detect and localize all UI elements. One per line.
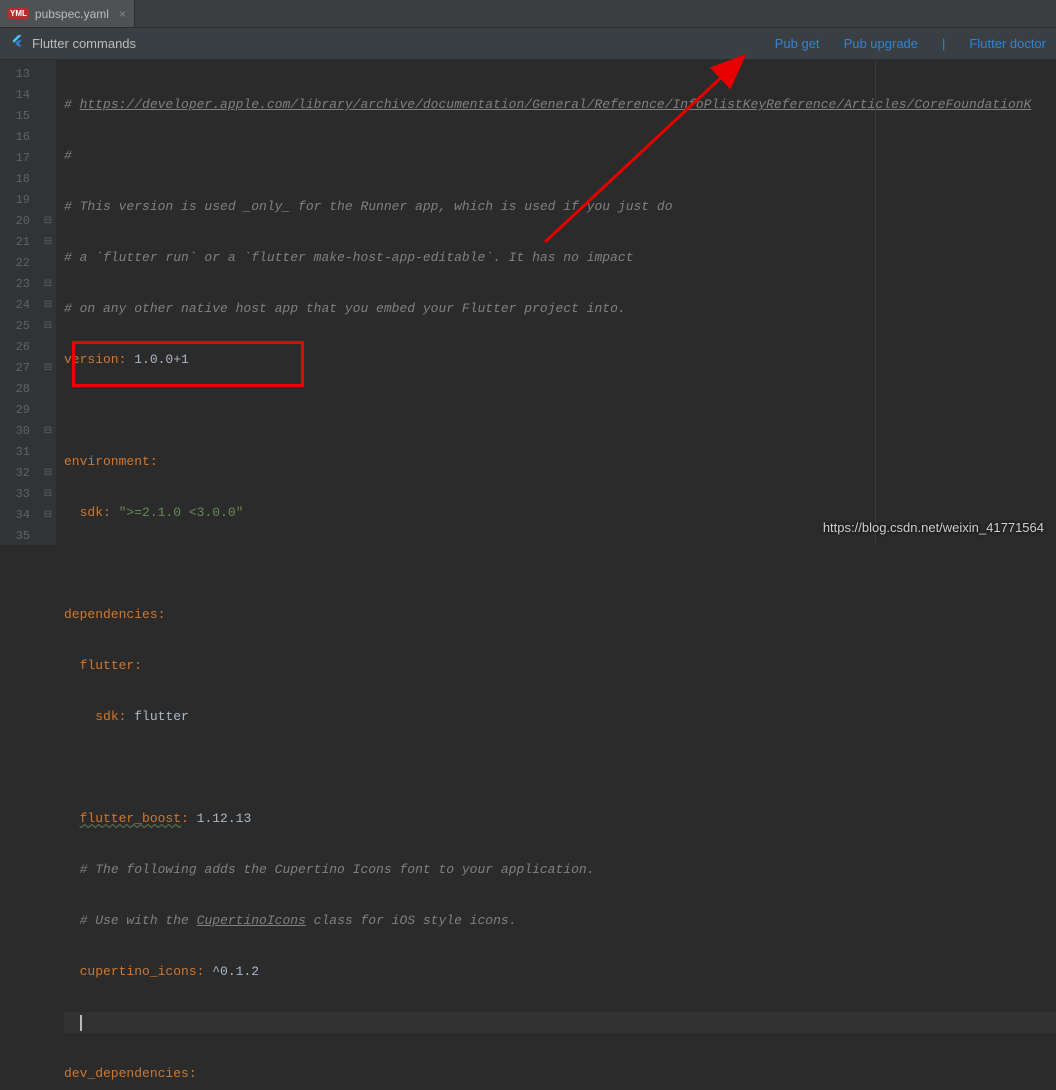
fold-marker[interactable] bbox=[40, 106, 56, 127]
fold-marker[interactable]: ⊟ bbox=[40, 484, 56, 505]
line-number: 21 bbox=[0, 232, 40, 253]
fold-marker[interactable] bbox=[40, 190, 56, 211]
line-number: 20 bbox=[0, 211, 40, 232]
line-number: 29 bbox=[0, 400, 40, 421]
line-number: 16 bbox=[0, 127, 40, 148]
fold-marker[interactable]: ⊟ bbox=[40, 211, 56, 232]
fold-marker[interactable]: ⊟ bbox=[40, 463, 56, 484]
fold-marker[interactable] bbox=[40, 127, 56, 148]
line-number: 18 bbox=[0, 169, 40, 190]
right-margin-guide bbox=[875, 60, 876, 545]
line-number: 30 bbox=[0, 421, 40, 442]
command-bar-actions: Pub get Pub upgrade | Flutter doctor bbox=[775, 36, 1046, 51]
separator: | bbox=[942, 36, 945, 51]
fold-marker[interactable]: ⊟ bbox=[40, 274, 56, 295]
line-number: 19 bbox=[0, 190, 40, 211]
fold-marker[interactable] bbox=[40, 400, 56, 421]
fold-marker[interactable] bbox=[40, 253, 56, 274]
fold-marker[interactable]: ⊟ bbox=[40, 295, 56, 316]
text-cursor bbox=[80, 1015, 82, 1031]
close-icon[interactable]: × bbox=[119, 7, 126, 21]
watermark: https://blog.csdn.net/weixin_41771564 bbox=[823, 520, 1044, 535]
line-number: 28 bbox=[0, 379, 40, 400]
line-number: 22 bbox=[0, 253, 40, 274]
fold-marker[interactable] bbox=[40, 148, 56, 169]
line-number: 33 bbox=[0, 484, 40, 505]
line-number: 32 bbox=[0, 463, 40, 484]
fold-marker[interactable] bbox=[40, 85, 56, 106]
editor[interactable]: 1314151617181920212223242526272829303132… bbox=[0, 60, 1056, 545]
line-number: 15 bbox=[0, 106, 40, 127]
fold-marker[interactable]: ⊟ bbox=[40, 358, 56, 379]
pub-get-link[interactable]: Pub get bbox=[775, 36, 820, 51]
code-area[interactable]: # https://developer.apple.com/library/ar… bbox=[56, 60, 1056, 545]
tab-filename: pubspec.yaml bbox=[35, 7, 109, 21]
fold-marker[interactable] bbox=[40, 379, 56, 400]
fold-marker[interactable] bbox=[40, 169, 56, 190]
tab-bar: YML pubspec.yaml × bbox=[0, 0, 1056, 28]
fold-marker[interactable]: ⊟ bbox=[40, 232, 56, 253]
line-number: 17 bbox=[0, 148, 40, 169]
line-number: 14 bbox=[0, 85, 40, 106]
fold-marker[interactable]: ⊟ bbox=[40, 421, 56, 442]
line-number: 31 bbox=[0, 442, 40, 463]
line-number: 34 bbox=[0, 505, 40, 526]
yaml-file-icon: YML bbox=[8, 8, 29, 19]
flutter-icon bbox=[10, 33, 24, 54]
fold-marker[interactable] bbox=[40, 337, 56, 358]
flutter-command-bar: Flutter commands Pub get Pub upgrade | F… bbox=[0, 28, 1056, 60]
fold-marker[interactable]: ⊟ bbox=[40, 505, 56, 526]
line-number: 35 bbox=[0, 526, 40, 547]
line-number: 24 bbox=[0, 295, 40, 316]
command-bar-title: Flutter commands bbox=[32, 36, 775, 51]
fold-marker[interactable] bbox=[40, 64, 56, 85]
tab-pubspec[interactable]: YML pubspec.yaml × bbox=[0, 0, 135, 27]
fold-marker[interactable] bbox=[40, 442, 56, 463]
fold-marker[interactable]: ⊟ bbox=[40, 316, 56, 337]
flutter-doctor-link[interactable]: Flutter doctor bbox=[969, 36, 1046, 51]
line-number-gutter: 1314151617181920212223242526272829303132… bbox=[0, 60, 40, 545]
pub-upgrade-link[interactable]: Pub upgrade bbox=[844, 36, 918, 51]
line-number: 13 bbox=[0, 64, 40, 85]
fold-gutter: ⊟⊟⊟⊟⊟⊟⊟⊟⊟⊟ bbox=[40, 60, 56, 545]
line-number: 25 bbox=[0, 316, 40, 337]
line-number: 26 bbox=[0, 337, 40, 358]
fold-marker[interactable] bbox=[40, 526, 56, 547]
line-number: 27 bbox=[0, 358, 40, 379]
line-number: 23 bbox=[0, 274, 40, 295]
